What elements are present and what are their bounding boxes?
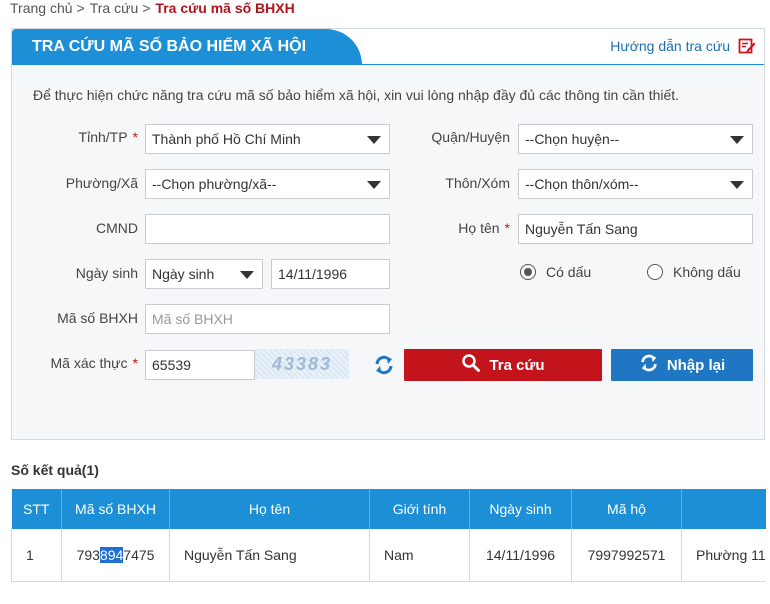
reset-button-label: Nhập lại xyxy=(666,356,726,374)
required-mark: * xyxy=(132,129,138,145)
cell-gender: Nam xyxy=(369,529,470,582)
results-table: STT Mã số BHXH Họ tên Giới tính Ngày sin… xyxy=(11,489,766,582)
bhxh-code-input[interactable] xyxy=(145,304,390,334)
column-header-gender: Giới tính xyxy=(369,489,470,529)
cell-household: 7997992571 xyxy=(571,529,682,582)
bhxh-code-field[interactable] xyxy=(152,305,389,333)
captcha-label: Mã xác thực * xyxy=(50,355,138,371)
search-button[interactable]: Tra cứu xyxy=(404,349,602,381)
radio-button-unchecked[interactable] xyxy=(647,264,663,280)
column-header-dob: Ngày sinh xyxy=(469,489,572,529)
required-mark: * xyxy=(504,220,510,236)
ward-select-value: --Chọn phường/xã-- xyxy=(152,176,277,192)
cell-bhxh-code: 7938947475 xyxy=(61,529,170,582)
column-header-address xyxy=(681,489,766,529)
breadcrumb-lookup-link[interactable]: Tra cứu xyxy=(90,0,139,16)
radio-button-checked[interactable] xyxy=(520,264,536,280)
district-label: Quận/Huyện xyxy=(431,129,510,145)
panel-title: TRA CỨU MÃ SỐ BẢO HIỂM XÃ HỘI xyxy=(12,29,362,65)
district-select-value: --Chọn huyện-- xyxy=(525,131,620,147)
hamlet-select-value: --Chọn thôn/xóm-- xyxy=(525,176,639,192)
panel-header: TRA CỨU MÃ SỐ BẢO HIỂM XÃ HỘI Hướng dẫn … xyxy=(12,29,764,65)
birth-type-value: Ngày sinh xyxy=(152,266,215,282)
radio-with-accent[interactable]: Có dấu xyxy=(520,264,591,280)
breadcrumb-home-link[interactable]: Trang chủ xyxy=(10,0,73,16)
full-name-label: Họ tên * xyxy=(458,220,510,236)
breadcrumb-current: Tra cứu mã số BHXH xyxy=(155,0,295,16)
result-count: Số kết quả(1) xyxy=(11,462,99,478)
reset-icon xyxy=(639,353,659,377)
captcha-image: 43383 xyxy=(255,349,349,379)
bhxh-code-label: Mã số BHXH xyxy=(57,310,138,326)
hamlet-select[interactable]: --Chọn thôn/xóm-- xyxy=(518,169,753,199)
captcha-field[interactable] xyxy=(152,351,254,379)
refresh-icon[interactable] xyxy=(373,354,395,379)
cell-stt: 1 xyxy=(11,529,62,582)
column-header-stt: STT xyxy=(11,489,62,529)
breadcrumb: Trang chủ > Tra cứu > Tra cứu mã số BHXH xyxy=(10,0,295,20)
hamlet-label: Thôn/Xóm xyxy=(445,175,510,191)
ward-select[interactable]: --Chọn phường/xã-- xyxy=(145,169,390,199)
lookup-panel: TRA CỨU MÃ SỐ BẢO HIỂM XÃ HỘI Hướng dẫn … xyxy=(11,28,765,440)
birth-type-select[interactable]: Ngày sinh xyxy=(145,259,263,289)
cell-address: Phường 11, xyxy=(681,529,766,582)
table-header-row: STT Mã số BHXH Họ tên Giới tính Ngày sin… xyxy=(11,489,766,529)
province-select[interactable]: Thành phố Hồ Chí Minh xyxy=(145,124,390,154)
search-icon xyxy=(461,353,481,377)
id-card-field[interactable] xyxy=(152,215,389,243)
guide-link[interactable]: Hướng dẫn tra cứu xyxy=(610,37,756,55)
cell-dob: 14/11/1996 xyxy=(469,529,572,582)
reset-button[interactable]: Nhập lại xyxy=(611,349,753,381)
birth-label: Ngày sinh xyxy=(75,265,138,281)
required-mark: * xyxy=(132,355,138,371)
province-select-value: Thành phố Hồ Chí Minh xyxy=(152,131,301,147)
selected-text: 894 xyxy=(99,546,124,563)
captcha-input[interactable] xyxy=(145,350,255,380)
column-header-household: Mã hộ xyxy=(571,489,682,529)
guide-link-label: Hướng dẫn tra cứu xyxy=(610,38,730,54)
breadcrumb-separator: > xyxy=(76,0,85,16)
ward-label: Phường/Xã xyxy=(65,175,138,191)
birth-date-field[interactable] xyxy=(278,260,389,288)
table-row: 1 7938947475 Nguyễn Tấn Sang Nam 14/11/1… xyxy=(11,529,766,582)
edit-document-icon xyxy=(738,37,756,55)
full-name-field[interactable] xyxy=(525,215,752,243)
birth-date-input[interactable] xyxy=(271,259,390,289)
province-label: Tỉnh/TP * xyxy=(78,129,138,145)
column-header-bhxh-code: Mã số BHXH xyxy=(61,489,170,529)
id-card-input[interactable] xyxy=(145,214,390,244)
radio-with-accent-label: Có dấu xyxy=(546,264,592,280)
cell-name: Nguyễn Tấn Sang xyxy=(169,529,370,582)
full-name-input[interactable] xyxy=(518,214,753,244)
breadcrumb-separator: > xyxy=(142,0,151,16)
id-card-label: CMND xyxy=(96,220,138,236)
intro-text: Để thực hiện chức năng tra cứu mã số bảo… xyxy=(33,87,680,103)
radio-without-accent-label: Không dấu xyxy=(673,264,741,280)
district-select[interactable]: --Chọn huyện-- xyxy=(518,124,753,154)
search-button-label: Tra cứu xyxy=(489,356,545,374)
column-header-name: Họ tên xyxy=(169,489,370,529)
radio-without-accent[interactable]: Không dấu xyxy=(647,264,741,280)
